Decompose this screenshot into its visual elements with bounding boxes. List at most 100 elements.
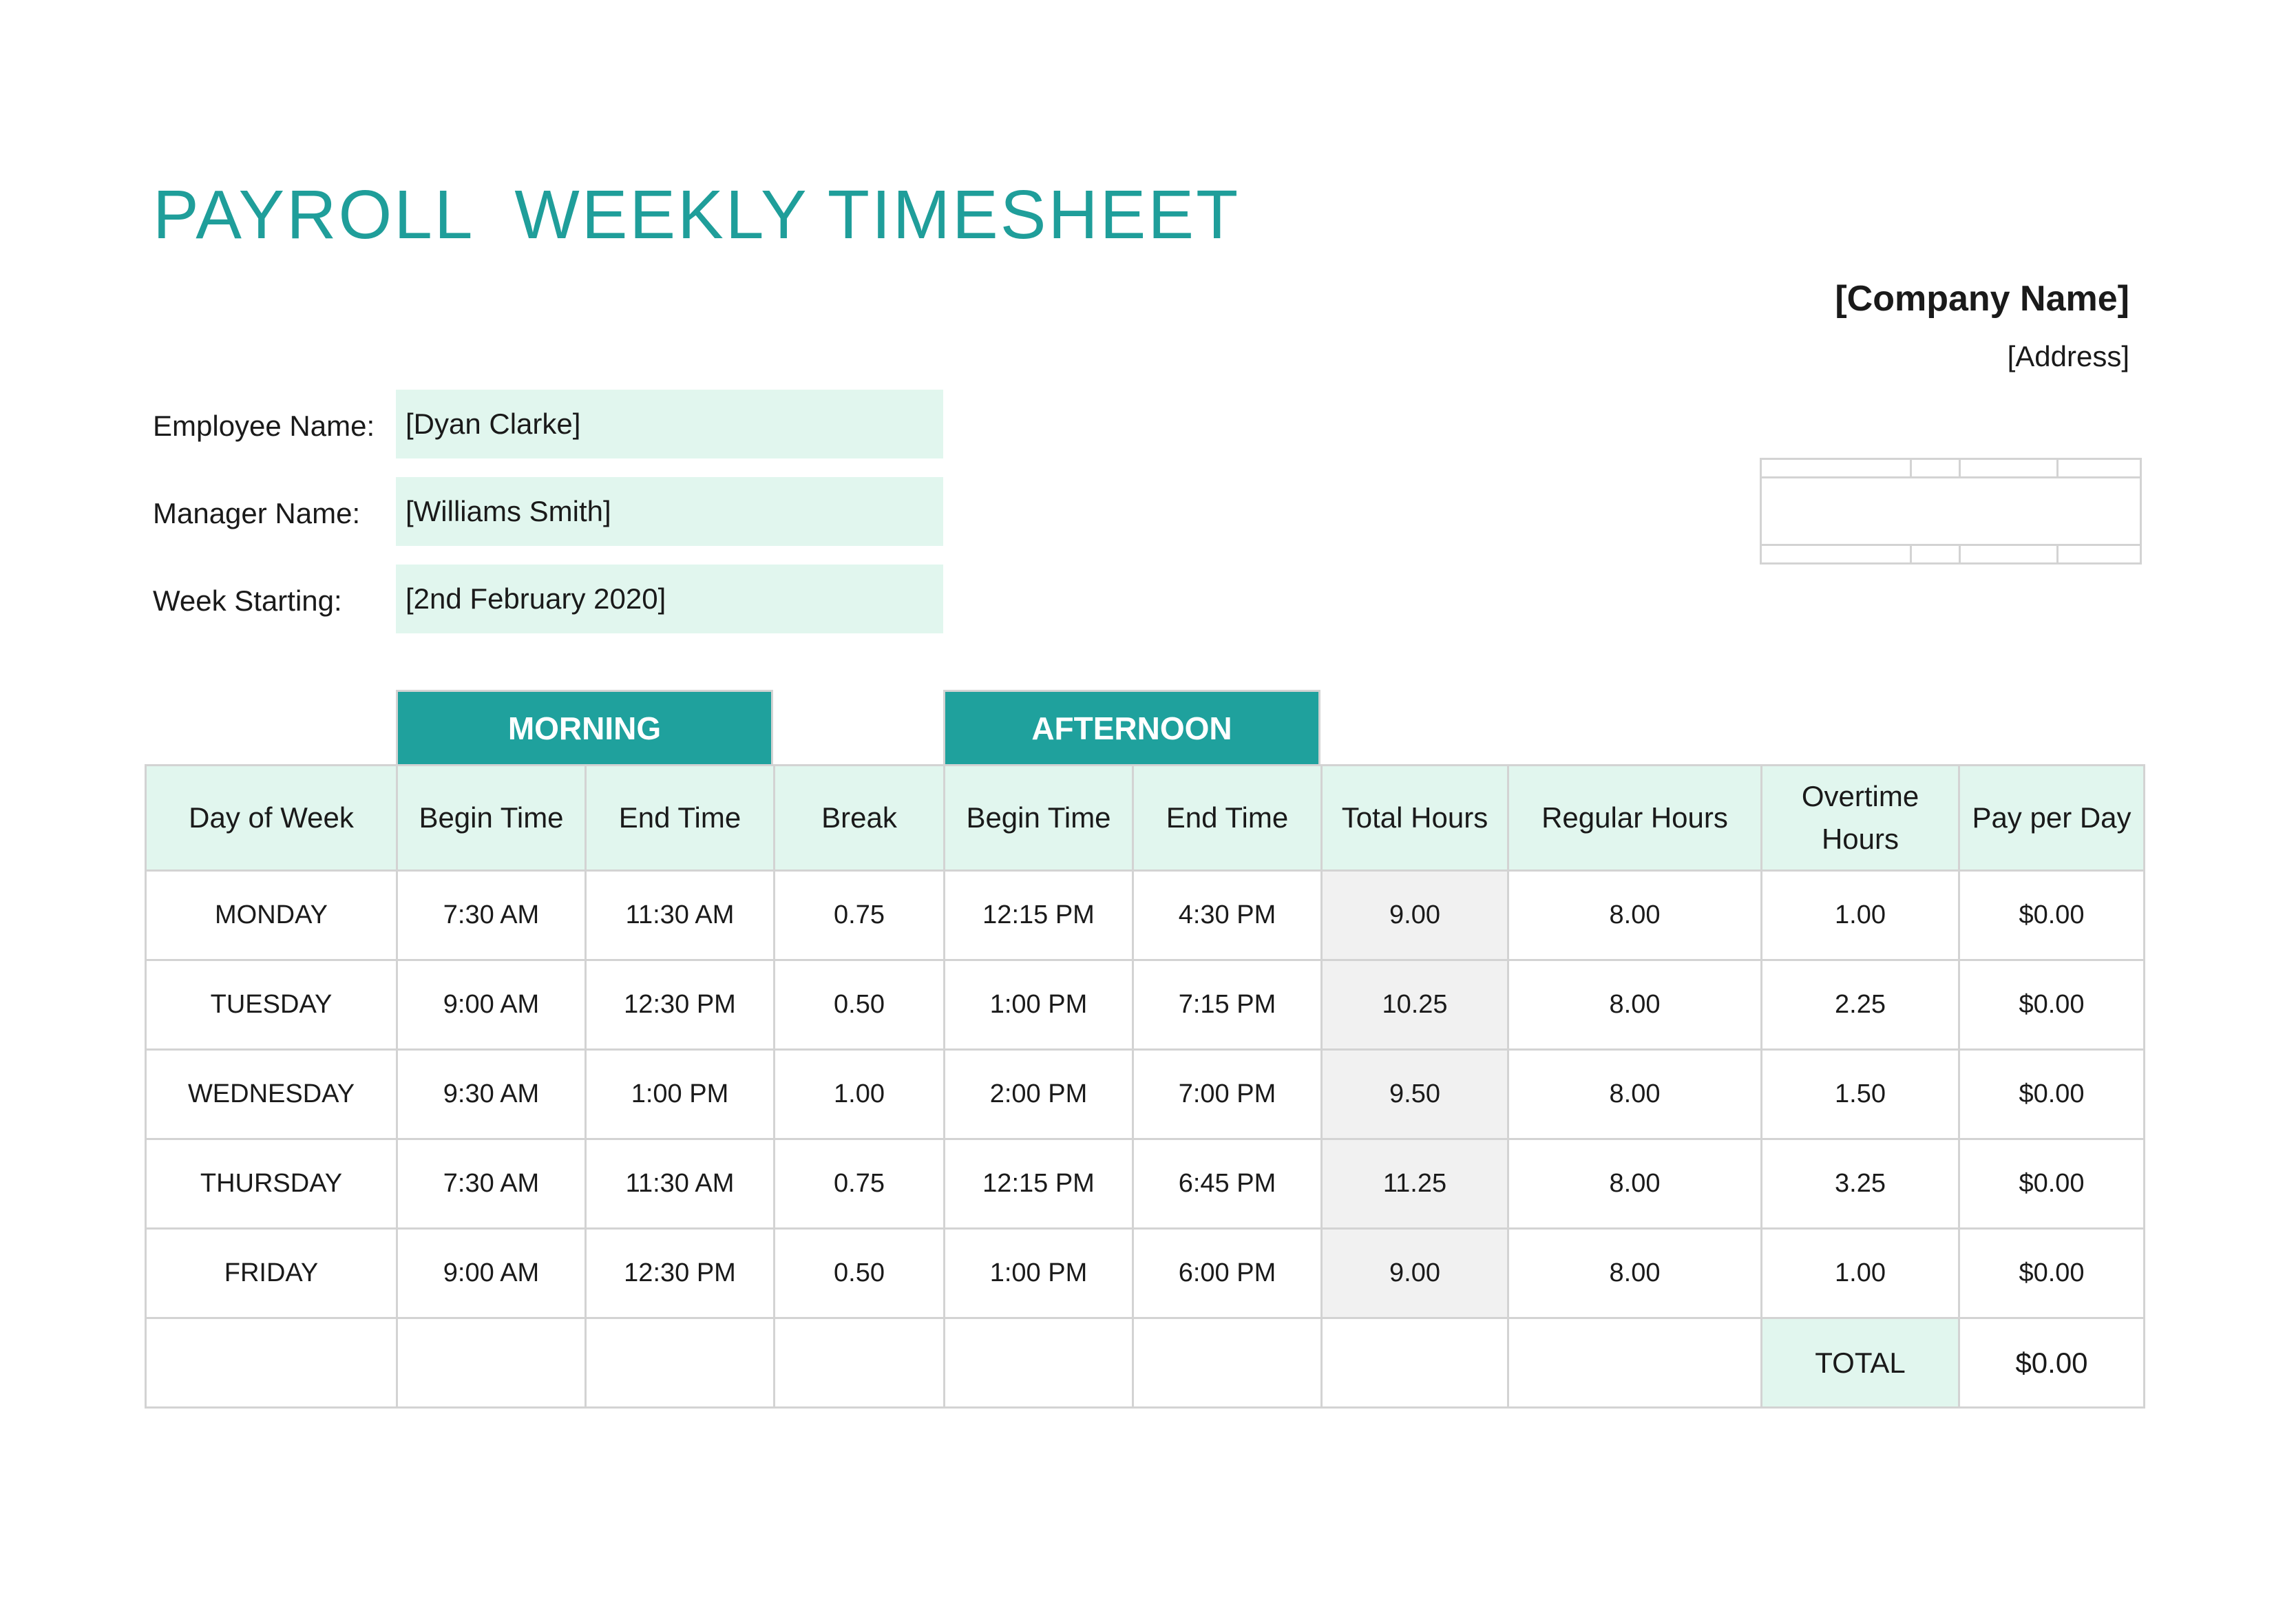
total-row-empty-cell[interactable] — [585, 1317, 775, 1409]
break-cell[interactable]: 0.50 — [773, 1227, 945, 1319]
afternoon-header: AFTERNOON — [943, 690, 1320, 765]
afternoon-end-time-cell[interactable]: 7:00 PM — [1132, 1048, 1323, 1140]
afternoon-end-time-cell[interactable]: 7:15 PM — [1132, 959, 1323, 1051]
afternoon-end-time-cell[interactable]: 6:00 PM — [1132, 1227, 1323, 1319]
header-day-of-week: Day of Week — [145, 764, 398, 872]
pay-per-day-cell: $0.00 — [1958, 869, 2145, 961]
header-overtime-line1: Overtime — [1801, 780, 1919, 812]
total-hours-cell: 10.25 — [1320, 959, 1509, 1051]
total-hours-cell: 9.00 — [1320, 1227, 1509, 1319]
grand-total-value[interactable]: $0.00 — [1958, 1317, 2145, 1409]
logo-box-line — [2056, 544, 2059, 563]
afternoon-begin-time-cell[interactable]: 2:00 PM — [943, 1048, 1134, 1140]
header-morning-end-time: End Time — [585, 764, 775, 872]
regular-hours-cell[interactable]: 8.00 — [1507, 959, 1762, 1051]
break-cell[interactable]: 0.75 — [773, 1138, 945, 1230]
total-row-empty-cell[interactable] — [773, 1317, 945, 1409]
table-row: THURSDAY 7:30 AM 11:30 AM 0.75 12:15 PM 6:45 … — [145, 1138, 2145, 1230]
header-overtime-hours: Overtime Hours — [1760, 764, 1960, 872]
employee-name-value: [Dyan Clarke] — [406, 408, 581, 440]
header-overtime-line2: Hours — [1821, 823, 1899, 855]
employee-name-label: Employee Name: — [153, 410, 375, 442]
overtime-hours-cell: 3.25 — [1760, 1138, 1960, 1230]
total-row-empty-cell[interactable] — [943, 1317, 1134, 1409]
morning-begin-time-cell[interactable]: 7:30 AM — [396, 869, 587, 961]
total-row-empty-cell[interactable] — [1320, 1317, 1509, 1409]
logo-placeholder-box[interactable] — [1760, 458, 2142, 565]
day-cell: THURSDAY — [145, 1138, 398, 1230]
morning-end-time-cell[interactable]: 11:30 AM — [585, 1138, 775, 1230]
logo-box-line — [1910, 544, 1912, 563]
logo-box-line — [1959, 460, 1961, 476]
regular-hours-cell[interactable]: 8.00 — [1507, 869, 1762, 961]
table-row: WEDNESDAY 9:30 AM 1:00 PM 1.00 2:00 PM 7:00 P… — [145, 1048, 2145, 1140]
total-hours-cell: 11.25 — [1320, 1138, 1509, 1230]
morning-header: MORNING — [396, 690, 773, 765]
week-starting-label: Week Starting: — [153, 584, 342, 617]
day-cell: MONDAY — [145, 869, 398, 961]
afternoon-end-time-cell[interactable]: 6:45 PM — [1132, 1138, 1323, 1230]
regular-hours-cell[interactable]: 8.00 — [1507, 1138, 1762, 1230]
table-row: FRIDAY 9:00 AM 12:30 PM 0.50 1:00 PM 6:00 PM 9… — [145, 1227, 2145, 1319]
morning-begin-time-cell[interactable]: 9:00 AM — [396, 1227, 587, 1319]
pay-per-day-cell: $0.00 — [1958, 1138, 2145, 1230]
manager-name-label: Manager Name: — [153, 497, 361, 529]
overtime-hours-cell: 1.00 — [1760, 869, 1960, 961]
week-starting-field[interactable]: [2nd February 2020] — [396, 565, 943, 633]
morning-end-time-cell[interactable]: 12:30 PM — [585, 1227, 775, 1319]
afternoon-begin-time-cell[interactable]: 1:00 PM — [943, 959, 1134, 1051]
manager-name-field[interactable]: [Williams Smith] — [396, 477, 943, 546]
morning-begin-time-cell[interactable]: 7:30 AM — [396, 1138, 587, 1230]
morning-begin-time-cell[interactable]: 9:00 AM — [396, 959, 587, 1051]
employee-name-field[interactable]: [Dyan Clarke] — [396, 390, 943, 458]
morning-end-time-cell[interactable]: 1:00 PM — [585, 1048, 775, 1140]
company-name[interactable]: [Company Name] — [1835, 281, 2129, 317]
break-cell[interactable]: 0.50 — [773, 959, 945, 1051]
overtime-hours-cell: 1.50 — [1760, 1048, 1960, 1140]
logo-box-line — [1762, 476, 2140, 478]
header-total-hours: Total Hours — [1320, 764, 1509, 872]
company-address[interactable]: [Address] — [2008, 342, 2129, 371]
morning-end-time-cell[interactable]: 11:30 AM — [585, 869, 775, 961]
morning-begin-time-cell[interactable]: 9:30 AM — [396, 1048, 587, 1140]
pay-per-day-cell: $0.00 — [1958, 1048, 2145, 1140]
total-label: TOTAL — [1760, 1317, 1960, 1409]
day-cell: TUESDAY — [145, 959, 398, 1051]
logo-box-line — [1959, 544, 1961, 563]
total-row-empty-cell[interactable] — [1507, 1317, 1762, 1409]
total-row-empty-cell[interactable] — [396, 1317, 587, 1409]
table-row: MONDAY 7:30 AM 11:30 AM 0.75 12:15 PM 4:30 PM… — [145, 869, 2145, 961]
break-cell[interactable]: 0.75 — [773, 869, 945, 961]
header-afternoon-begin-time: Begin Time — [943, 764, 1134, 872]
week-starting-value: [2nd February 2020] — [406, 582, 666, 615]
overtime-hours-cell: 2.25 — [1760, 959, 1960, 1051]
afternoon-begin-time-cell[interactable]: 12:15 PM — [943, 869, 1134, 961]
table-total-row: TOTAL $0.00 — [145, 1317, 2145, 1409]
morning-end-time-cell[interactable]: 12:30 PM — [585, 959, 775, 1051]
total-hours-cell: 9.00 — [1320, 869, 1509, 961]
day-cell: WEDNESDAY — [145, 1048, 398, 1140]
table-header-row: Day of Week Begin Time End Time Break Be… — [145, 764, 2145, 872]
header-afternoon-end-time: End Time — [1132, 764, 1323, 872]
manager-name-value: [Williams Smith] — [406, 495, 611, 527]
pay-per-day-cell: $0.00 — [1958, 1227, 2145, 1319]
table-row: TUESDAY 9:00 AM 12:30 PM 0.50 1:00 PM 7:15 PM… — [145, 959, 2145, 1051]
afternoon-begin-time-cell[interactable]: 12:15 PM — [943, 1138, 1134, 1230]
regular-hours-cell[interactable]: 8.00 — [1507, 1227, 1762, 1319]
total-row-empty-cell[interactable] — [1132, 1317, 1323, 1409]
header-regular-hours: Regular Hours — [1507, 764, 1762, 872]
timesheet-table: Day of Week Begin Time End Time Break Be… — [145, 764, 2145, 1409]
page-title: PAYROLL WEEKLY TIMESHEET — [153, 176, 1241, 253]
total-row-empty-cell[interactable] — [145, 1317, 398, 1409]
overtime-hours-cell: 1.00 — [1760, 1227, 1960, 1319]
logo-box-line — [1910, 460, 1912, 476]
logo-box-line — [2056, 460, 2059, 476]
break-cell[interactable]: 1.00 — [773, 1048, 945, 1140]
regular-hours-cell[interactable]: 8.00 — [1507, 1048, 1762, 1140]
header-morning-begin-time: Begin Time — [396, 764, 587, 872]
afternoon-begin-time-cell[interactable]: 1:00 PM — [943, 1227, 1134, 1319]
afternoon-end-time-cell[interactable]: 4:30 PM — [1132, 869, 1323, 961]
header-pay-per-day: Pay per Day — [1958, 764, 2145, 872]
header-break: Break — [773, 764, 945, 872]
pay-per-day-cell: $0.00 — [1958, 959, 2145, 1051]
